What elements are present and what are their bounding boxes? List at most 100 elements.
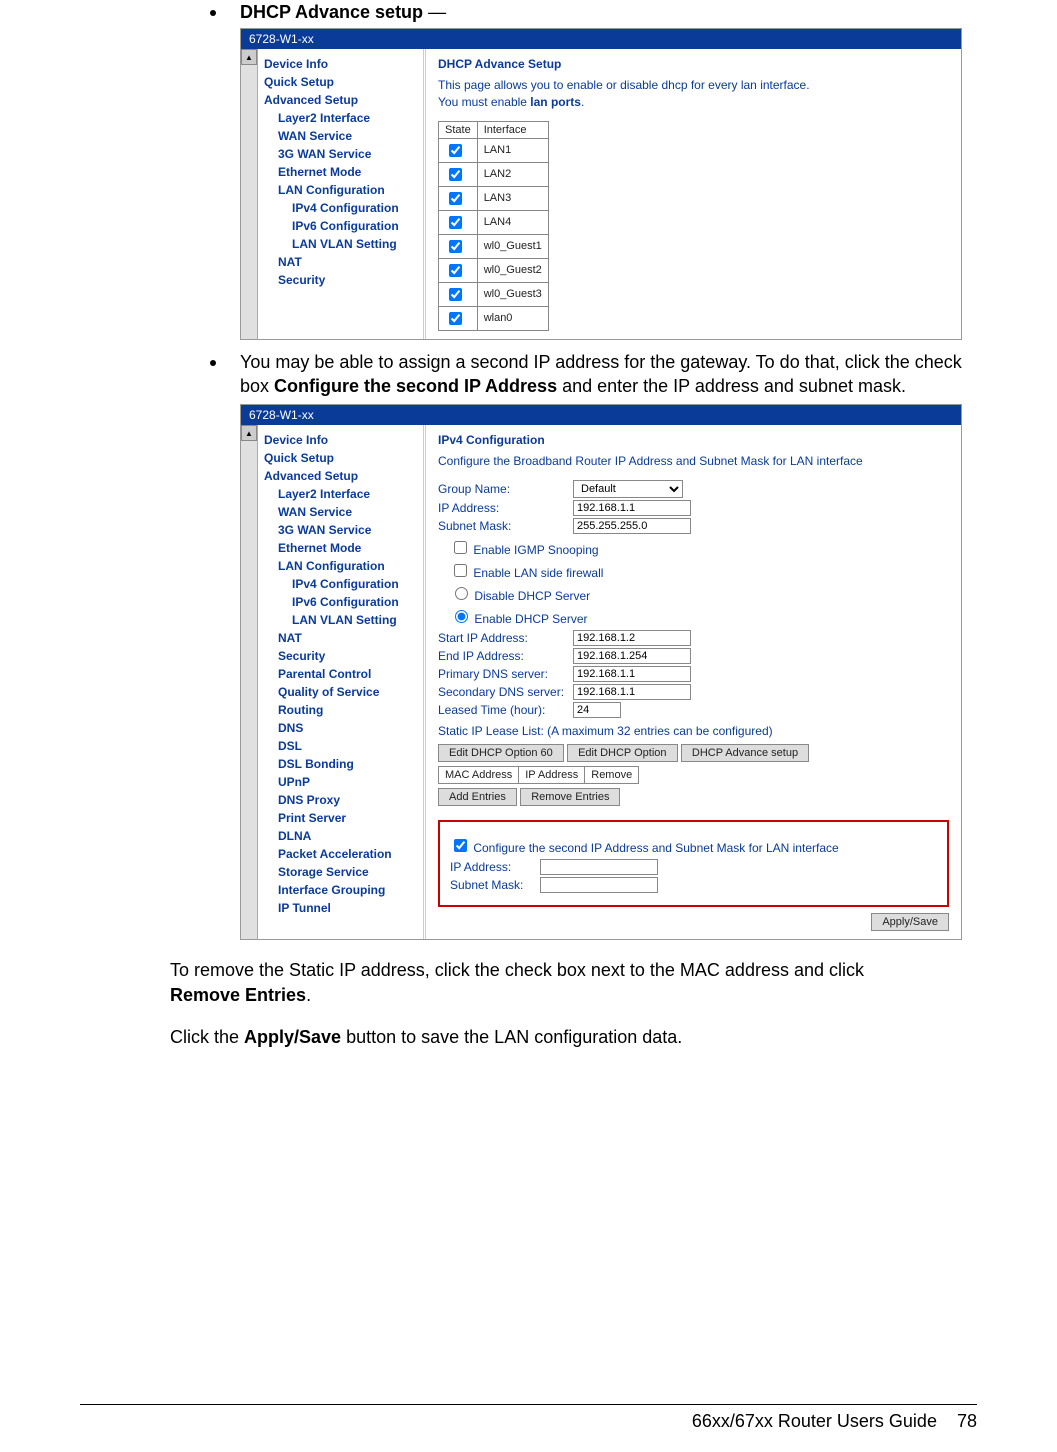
nav-storage[interactable]: Storage Service	[264, 863, 419, 881]
nav-quick-setup[interactable]: Quick Setup	[264, 449, 419, 467]
group-select[interactable]: Default	[573, 480, 683, 498]
screenshot-ipv4-config: 6728-W1-xx ▲ Device Info Quick Setup Adv…	[240, 404, 962, 940]
table-row: LAN1	[439, 138, 549, 162]
nav-print[interactable]: Print Server	[264, 809, 419, 827]
scroll-up-icon[interactable]: ▲	[241, 425, 257, 441]
igmp-checkbox[interactable]	[454, 541, 467, 554]
edit-opt-button[interactable]: Edit DHCP Option	[567, 744, 677, 762]
nav-ipv4[interactable]: IPv4 Configuration	[264, 575, 419, 593]
label-ip2: IP Address:	[450, 860, 540, 874]
bullet-text: DHCP Advance setup —	[240, 0, 446, 24]
nav-wan[interactable]: WAN Service	[264, 127, 419, 145]
state-checkbox[interactable]	[449, 240, 462, 253]
end-ip-field[interactable]	[573, 648, 691, 664]
nav-advanced-setup[interactable]: Advanced Setup	[264, 91, 419, 109]
label-sdns: Secondary DNS server:	[438, 685, 573, 699]
nav-security[interactable]: Security	[264, 271, 419, 289]
enable-dhcp-radio[interactable]	[455, 610, 468, 623]
scrollbar[interactable]: ▲	[241, 49, 258, 339]
start-ip-field[interactable]	[573, 630, 691, 646]
nav-dsl[interactable]: DSL	[264, 737, 419, 755]
window-title: 6728-W1-xx	[241, 405, 961, 425]
label-pdns: Primary DNS server:	[438, 667, 573, 681]
lease-field[interactable]	[573, 702, 621, 718]
nav-3gwan[interactable]: 3G WAN Service	[264, 521, 419, 539]
nav-lanconf[interactable]: LAN Configuration	[264, 181, 419, 199]
nav-parental[interactable]: Parental Control	[264, 665, 419, 683]
second-ip-checkbox[interactable]	[454, 839, 467, 852]
label-ip: IP Address:	[438, 501, 573, 515]
table-row: wl0_Guest3	[439, 282, 549, 306]
para-apply-save: Click the Apply/Save button to save the …	[170, 1025, 937, 1049]
nav-quick-setup[interactable]: Quick Setup	[264, 73, 419, 91]
nav-vlan[interactable]: LAN VLAN Setting	[264, 235, 419, 253]
disable-dhcp-radio[interactable]	[455, 587, 468, 600]
nav-dslbond[interactable]: DSL Bonding	[264, 755, 419, 773]
ip2-field[interactable]	[540, 859, 658, 875]
nav-ipv6[interactable]: IPv6 Configuration	[264, 217, 419, 235]
nav-nat[interactable]: NAT	[264, 629, 419, 647]
nav-wan[interactable]: WAN Service	[264, 503, 419, 521]
edit-opt60-button[interactable]: Edit DHCP Option 60	[438, 744, 564, 762]
mask2-field[interactable]	[540, 877, 658, 893]
panel: DHCP Advance Setup This page allows you …	[426, 49, 961, 339]
nav-eth[interactable]: Ethernet Mode	[264, 539, 419, 557]
bullet-icon	[210, 360, 216, 366]
scroll-up-icon[interactable]: ▲	[241, 49, 257, 65]
label-mask: Subnet Mask:	[438, 519, 573, 533]
apply-save-button[interactable]: Apply/Save	[871, 913, 949, 931]
table-row: LAN2	[439, 162, 549, 186]
state-checkbox[interactable]	[449, 144, 462, 157]
dhcp-advance-button[interactable]: DHCP Advance setup	[681, 744, 809, 762]
nav-device-info[interactable]: Device Info	[264, 55, 419, 73]
remove-entries-button[interactable]: Remove Entries	[520, 788, 620, 806]
nav-security[interactable]: Security	[264, 647, 419, 665]
nav-routing[interactable]: Routing	[264, 701, 419, 719]
nav-pktaccel[interactable]: Packet Acceleration	[264, 845, 419, 863]
state-checkbox[interactable]	[449, 264, 462, 277]
table-row: LAN3	[439, 186, 549, 210]
state-checkbox[interactable]	[449, 288, 462, 301]
ip-field[interactable]	[573, 500, 691, 516]
pdns-field[interactable]	[573, 666, 691, 682]
label-mask2: Subnet Mask:	[450, 878, 540, 892]
scrollbar[interactable]: ▲	[241, 425, 258, 939]
nav-eth[interactable]: Ethernet Mode	[264, 163, 419, 181]
table-row: wl0_Guest1	[439, 234, 549, 258]
nav-layer2[interactable]: Layer2 Interface	[264, 109, 419, 127]
state-checkbox[interactable]	[449, 312, 462, 325]
state-checkbox[interactable]	[449, 216, 462, 229]
nav-upnp[interactable]: UPnP	[264, 773, 419, 791]
fw-checkbox[interactable]	[454, 564, 467, 577]
nav-ipv6[interactable]: IPv6 Configuration	[264, 593, 419, 611]
nav-dlna[interactable]: DLNA	[264, 827, 419, 845]
bullet-text: You may be able to assign a second IP ad…	[240, 350, 977, 399]
mask-field[interactable]	[573, 518, 691, 534]
panel-sub: Configure the Broadband Router IP Addres…	[438, 453, 949, 470]
nav-qos[interactable]: Quality of Service	[264, 683, 419, 701]
nav-3gwan[interactable]: 3G WAN Service	[264, 145, 419, 163]
nav-ipv4[interactable]: IPv4 Configuration	[264, 199, 419, 217]
nav-iptunnel[interactable]: IP Tunnel	[264, 899, 419, 917]
static-lease-table: MAC AddressIP AddressRemove	[438, 766, 639, 784]
nav-vlan[interactable]: LAN VLAN Setting	[264, 611, 419, 629]
nav-device-info[interactable]: Device Info	[264, 431, 419, 449]
nav-dns[interactable]: DNS	[264, 719, 419, 737]
add-entries-button[interactable]: Add Entries	[438, 788, 517, 806]
nav-layer2[interactable]: Layer2 Interface	[264, 485, 419, 503]
nav-advanced-setup[interactable]: Advanced Setup	[264, 467, 419, 485]
label-end: End IP Address:	[438, 649, 573, 663]
state-checkbox[interactable]	[449, 192, 462, 205]
nav-dnsproxy[interactable]: DNS Proxy	[264, 791, 419, 809]
nav-nat[interactable]: NAT	[264, 253, 419, 271]
panel-desc: This page allows you to enable or disabl…	[438, 77, 949, 111]
static-lease-label: Static IP Lease List: (A maximum 32 entr…	[438, 724, 949, 738]
th-interface: Interface	[477, 121, 548, 138]
footer-title: 66xx/67xx Router Users Guide	[692, 1411, 937, 1431]
sdns-field[interactable]	[573, 684, 691, 700]
para-remove-entries: To remove the Static IP address, click t…	[170, 958, 937, 1007]
nav-ifgroup[interactable]: Interface Grouping	[264, 881, 419, 899]
state-checkbox[interactable]	[449, 168, 462, 181]
footer-page: 78	[957, 1411, 977, 1431]
nav-lanconf[interactable]: LAN Configuration	[264, 557, 419, 575]
